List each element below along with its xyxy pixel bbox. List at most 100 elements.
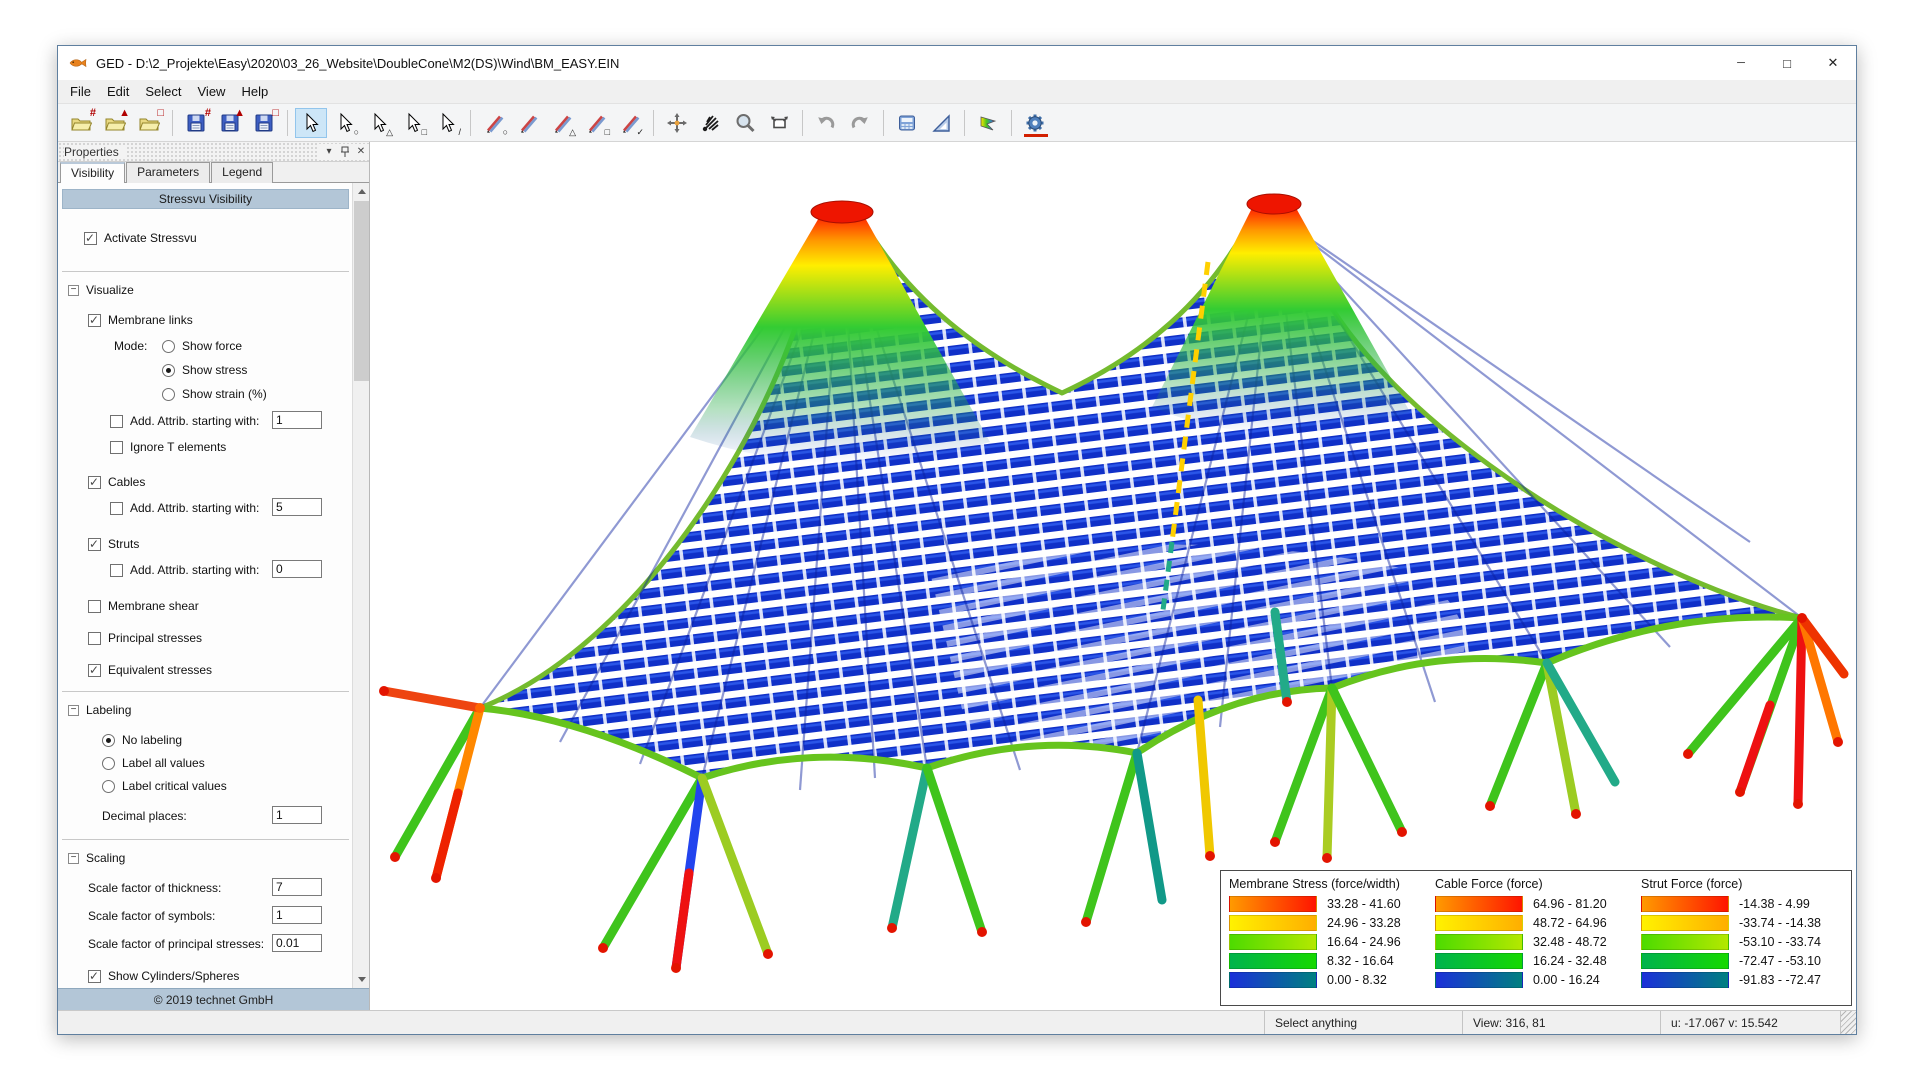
redo-button[interactable] — [844, 108, 876, 138]
set-square-button[interactable] — [925, 108, 957, 138]
legend-swatch — [1641, 953, 1729, 969]
stress-legend: Membrane Stress (force/width) 33.28 - 41… — [1220, 870, 1852, 1006]
explode-button[interactable] — [695, 108, 727, 138]
open-mesh-button[interactable]: # — [65, 108, 97, 138]
membrane-surface — [480, 194, 1802, 790]
legend-range: -72.47 - -53.10 — [1739, 954, 1821, 968]
select-rect-button[interactable]: □ — [397, 108, 429, 138]
menu-file[interactable]: File — [62, 81, 99, 102]
square-overlay-icon: □ — [157, 108, 164, 119]
select-edge-button[interactable]: / — [431, 108, 463, 138]
status-hint: Select anything — [1264, 1011, 1462, 1034]
legend-range: 48.72 - 64.96 — [1533, 916, 1607, 930]
collapse-icon[interactable]: − — [68, 285, 79, 296]
redo-icon — [849, 112, 871, 134]
struts-checkbox[interactable] — [88, 538, 101, 551]
draw-rect-pencil-button[interactable]: □ — [580, 108, 612, 138]
struts-add-attrib-checkbox[interactable] — [110, 564, 123, 577]
show-cylinders-checkbox[interactable] — [88, 970, 101, 983]
menu-view[interactable]: View — [190, 81, 234, 102]
panel-close-button[interactable]: ✕ — [353, 144, 369, 160]
legend-swatch — [1229, 896, 1317, 912]
membrane-links-label: Membrane links — [108, 313, 193, 327]
open-triangulation-button[interactable]: ▲ — [99, 108, 131, 138]
save-boundary-button[interactable]: □ — [248, 108, 280, 138]
minimize-button[interactable]: ─ — [1718, 46, 1764, 80]
frame-extents-button[interactable] — [763, 108, 795, 138]
label-critical-label: Label critical values — [122, 779, 227, 793]
select-arrow-button[interactable] — [295, 108, 327, 138]
show-strain-label: Show strain (%) — [182, 387, 267, 401]
collapse-icon[interactable]: − — [68, 853, 79, 864]
membrane-add-attrib-checkbox[interactable] — [110, 415, 123, 428]
cables-checkbox[interactable] — [88, 476, 101, 489]
show-force-radio[interactable] — [162, 340, 175, 353]
membrane-shear-checkbox[interactable] — [88, 600, 101, 613]
select-triangle-button[interactable]: △ — [363, 108, 395, 138]
resize-grip[interactable] — [1840, 1011, 1856, 1034]
draw-pencil-button[interactable] — [512, 108, 544, 138]
open-boundary-button[interactable]: □ — [133, 108, 165, 138]
legend-swatch — [1435, 896, 1523, 912]
show-strain-radio[interactable] — [162, 388, 175, 401]
model-viewport[interactable]: Membrane Stress (force/width) 33.28 - 41… — [370, 142, 1856, 1010]
legend-range: 16.64 - 24.96 — [1327, 935, 1401, 949]
panel-caption[interactable]: Properties ▾ ✕ — [58, 142, 369, 162]
panel-pin-button[interactable] — [337, 144, 353, 160]
menu-help[interactable]: Help — [233, 81, 276, 102]
draw-check-pencil-button[interactable]: ✓ — [614, 108, 646, 138]
maximize-button[interactable]: □ — [1764, 46, 1810, 80]
select-node-button[interactable]: ○ — [329, 108, 361, 138]
panel-menu-button[interactable]: ▾ — [321, 144, 337, 160]
label-critical-radio[interactable] — [102, 780, 115, 793]
tab-visibility[interactable]: Visibility — [60, 162, 125, 184]
save-mesh-button[interactable]: # — [180, 108, 212, 138]
menu-edit[interactable]: Edit — [99, 81, 137, 102]
panel-scrollbar[interactable] — [352, 183, 369, 988]
toolbar-separator — [172, 110, 173, 136]
scale-thickness-input[interactable] — [272, 878, 322, 896]
activate-stressvu-row: Activate Stressvu — [84, 231, 197, 245]
cables-add-attrib-checkbox[interactable] — [110, 502, 123, 515]
principal-stresses-checkbox[interactable] — [88, 632, 101, 645]
equivalent-stresses-label: Equivalent stresses — [108, 663, 212, 677]
ignore-t-row: Ignore T elements — [110, 440, 226, 454]
scale-principal-input[interactable] — [272, 934, 322, 952]
membrane-add-attrib-input[interactable] — [272, 411, 322, 429]
menu-select[interactable]: Select — [137, 81, 189, 102]
cables-row: Cables — [88, 475, 145, 489]
settings-gear-button[interactable] — [1019, 108, 1051, 138]
draw-node-pencil-button[interactable]: ○ — [478, 108, 510, 138]
no-labeling-radio[interactable] — [102, 734, 115, 747]
struts-add-attrib-input[interactable] — [272, 560, 322, 578]
save-triangulation-button[interactable]: ▲ — [214, 108, 246, 138]
pin-icon — [340, 146, 350, 158]
scrollbar-thumb[interactable] — [354, 201, 369, 381]
move-3d-button[interactable] — [661, 108, 693, 138]
label-all-radio[interactable] — [102, 757, 115, 770]
flag-button[interactable] — [972, 108, 1004, 138]
collapse-icon[interactable]: − — [68, 705, 79, 716]
ignore-t-checkbox[interactable] — [110, 441, 123, 454]
cables-add-attrib-input[interactable] — [272, 498, 322, 516]
activate-stressvu-checkbox[interactable] — [84, 232, 97, 245]
tab-legend[interactable]: Legend — [211, 162, 273, 183]
undo-button[interactable] — [810, 108, 842, 138]
labeling-section-header: − Labeling — [68, 703, 131, 717]
scroll-up-button[interactable] — [353, 183, 369, 200]
scale-symbols-input[interactable] — [272, 906, 322, 924]
zoom-button[interactable] — [729, 108, 761, 138]
tab-parameters[interactable]: Parameters — [126, 162, 210, 183]
membrane-add-attrib-label: Add. Attrib. starting with: — [130, 414, 259, 428]
equivalent-stresses-checkbox[interactable] — [88, 664, 101, 677]
principal-stresses-label: Principal stresses — [108, 631, 202, 645]
titlebar[interactable]: GED - D:\2_Projekte\Easy\2020\03_26_Webs… — [58, 46, 1856, 80]
show-stress-radio[interactable] — [162, 364, 175, 377]
calculator-button[interactable] — [891, 108, 923, 138]
scroll-down-button[interactable] — [353, 971, 369, 988]
membrane-links-checkbox[interactable] — [88, 314, 101, 327]
draw-triangle-pencil-button[interactable]: △ — [546, 108, 578, 138]
legend-swatch — [1641, 934, 1729, 950]
close-button[interactable]: ✕ — [1810, 46, 1856, 80]
decimal-places-input[interactable] — [272, 806, 322, 824]
